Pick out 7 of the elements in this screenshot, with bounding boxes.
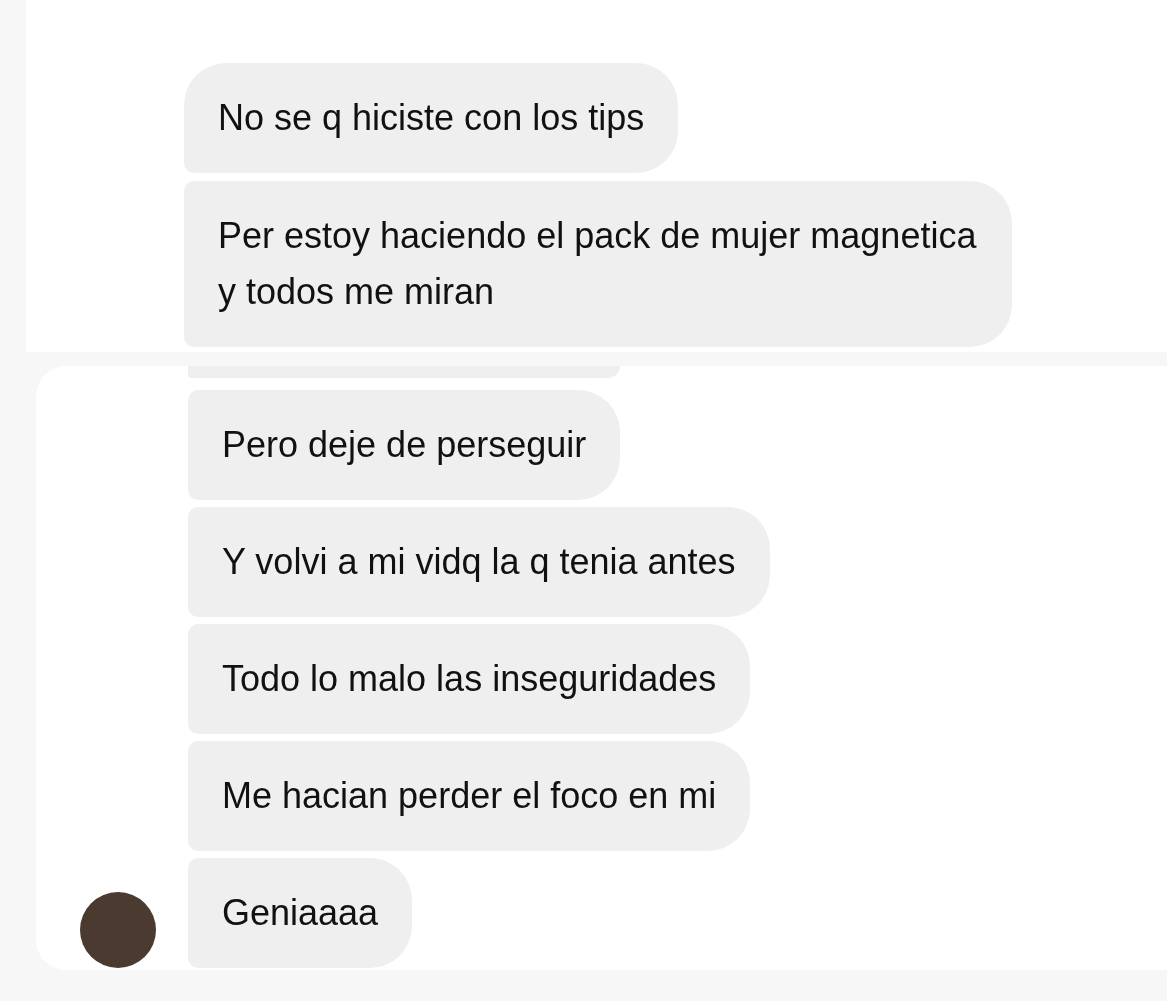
message-bubble: Me hacian perder el foco en mi (188, 741, 751, 851)
message-bubble: Geniaaaa (188, 858, 413, 968)
message-bubble: Pero deje de perseguir (188, 390, 621, 500)
message-bubble: Per estoy haciendo el pack de mujer magnetica y todos me miran (184, 181, 1012, 347)
message-bubble: Todo lo malo las inseguridades (188, 624, 751, 734)
message-bubble: Y volvi a mi vidq la q tenia antes (188, 507, 770, 617)
message-bubble: No se q hiciste con los tips (184, 63, 679, 173)
